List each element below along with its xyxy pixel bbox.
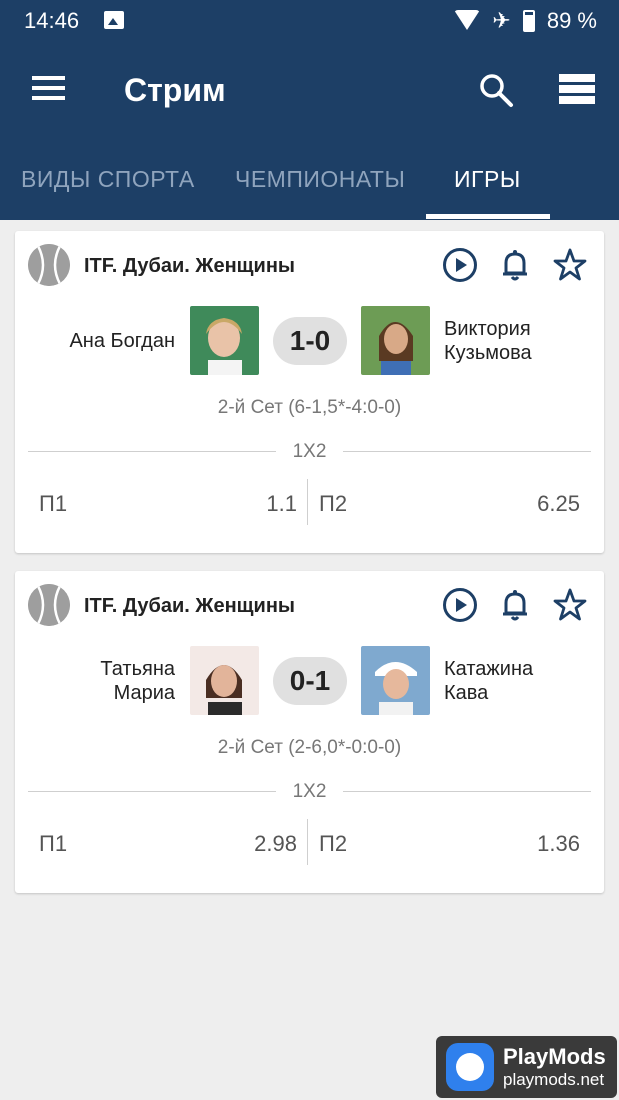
- odd-value: 1.36: [537, 831, 580, 856]
- odd-p1-button[interactable]: П1 2.98: [15, 811, 307, 875]
- airplane-mode-icon: ✈: [492, 8, 511, 33]
- player2-photo: [361, 306, 430, 375]
- status-icons: ✈ 89 %: [454, 8, 597, 34]
- watermark-brand: PlayMods: [503, 1044, 606, 1069]
- tennis-ball-icon: [28, 244, 70, 286]
- market-label: 1X2: [292, 781, 327, 802]
- set-info: 2-й Сет (6-1,5*-4:0-0): [217, 397, 402, 418]
- battery-level: 89 %: [546, 8, 597, 33]
- league-name: ITF. Дубаи. Женщины: [84, 255, 295, 277]
- battery-icon: [522, 10, 535, 32]
- wifi-icon: [454, 10, 481, 32]
- tab-sports[interactable]: ВИДЫ СПОРТА: [21, 166, 195, 193]
- divider: [343, 791, 591, 792]
- play-stream-icon[interactable]: [442, 587, 478, 623]
- player1-photo: [190, 646, 259, 715]
- playmods-logo-icon: [446, 1043, 494, 1091]
- divider: [343, 451, 591, 452]
- odd-value: 2.98: [254, 831, 297, 856]
- search-icon[interactable]: [478, 72, 514, 108]
- star-icon[interactable]: [552, 587, 588, 623]
- play-stream-icon[interactable]: [442, 247, 478, 283]
- tab-championships[interactable]: ЧЕМПИОНАТЫ: [235, 166, 405, 193]
- watermark: PlayMods playmods.net: [436, 1036, 617, 1098]
- match-card[interactable]: ITF. Дубаи. Женщины Татьяна Мариа 0-1 Ка…: [15, 571, 604, 893]
- match-score: 1-0: [273, 317, 347, 365]
- odd-value: 6.25: [537, 491, 580, 516]
- bell-icon[interactable]: [497, 587, 533, 623]
- tab-games[interactable]: ИГРЫ: [454, 166, 521, 193]
- image-notification-icon: [104, 11, 124, 29]
- app-bar: Стрим: [0, 42, 619, 142]
- odd-p2-button[interactable]: П2 6.25: [308, 471, 604, 535]
- market-label: 1X2: [292, 441, 327, 462]
- odd-label: П2: [319, 831, 348, 856]
- match-score: 0-1: [273, 657, 347, 705]
- view-toggle-icon[interactable]: [559, 74, 595, 106]
- bell-icon[interactable]: [497, 247, 533, 283]
- odd-p2-button[interactable]: П2 1.36: [308, 811, 604, 875]
- odd-p1-button[interactable]: П1 1.1: [15, 471, 307, 535]
- league-name: ITF. Дубаи. Женщины: [84, 595, 295, 617]
- watermark-site: playmods.net: [503, 1070, 605, 1089]
- player2-name: Виктория Кузьмова: [444, 318, 532, 364]
- status-bar: 14:46 ✈ 89 %: [0, 0, 619, 42]
- tennis-ball-icon: [28, 584, 70, 626]
- page-title: Стрим: [124, 72, 226, 108]
- player2-name: Катажина Кава: [444, 658, 534, 704]
- star-icon[interactable]: [552, 247, 588, 283]
- player2-photo: [361, 646, 430, 715]
- odd-value: 1.1: [266, 491, 297, 516]
- tab-bar: ВИДЫ СПОРТА ЧЕМПИОНАТЫ ИГРЫ: [0, 142, 619, 220]
- active-tab-indicator: [426, 214, 550, 219]
- status-time: 14:46: [24, 8, 80, 33]
- player1-name: Ана Богдан: [69, 330, 175, 352]
- set-info: 2-й Сет (2-6,0*-0:0-0): [217, 737, 402, 758]
- player1-photo: [190, 306, 259, 375]
- odd-label: П2: [319, 491, 348, 516]
- odd-label: П1: [39, 831, 68, 856]
- player1-name: Татьяна Мариа: [100, 658, 175, 704]
- menu-icon[interactable]: [32, 76, 65, 100]
- odd-label: П1: [39, 491, 68, 516]
- match-card[interactable]: ITF. Дубаи. Женщины Ана Богдан 1-0 Викто…: [15, 231, 604, 553]
